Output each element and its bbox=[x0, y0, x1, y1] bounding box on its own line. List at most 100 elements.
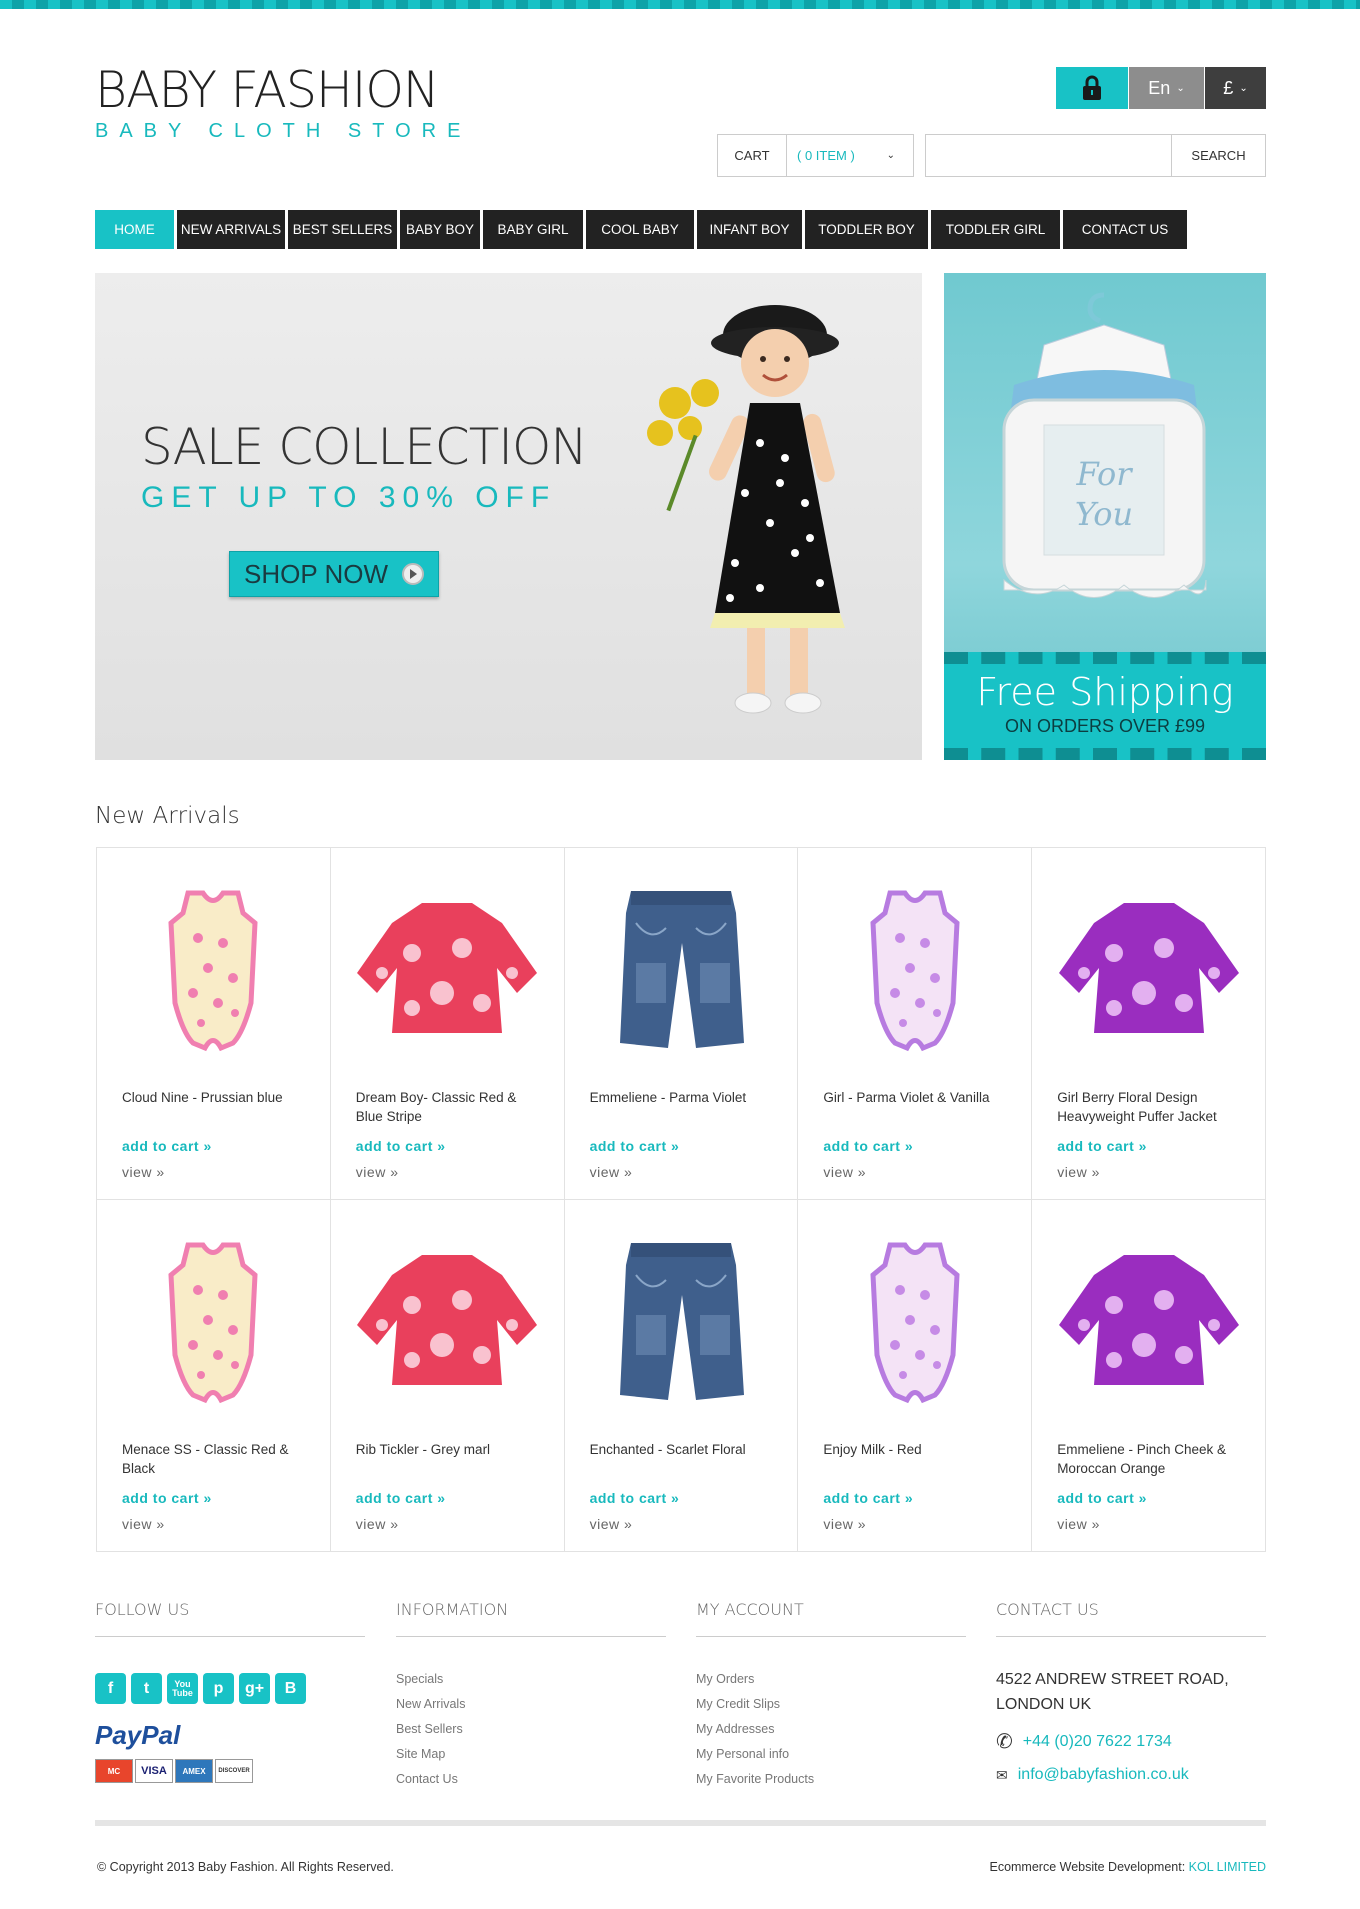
nav-cool-baby[interactable]: COOL BABY bbox=[586, 210, 694, 249]
nav-infant-boy[interactable]: INFANT BOY bbox=[697, 210, 802, 249]
nav-home[interactable]: HOME bbox=[95, 210, 174, 249]
cart-label: CART bbox=[718, 135, 787, 176]
footer-follow-title: FOLLOW US bbox=[95, 1600, 365, 1637]
footer-account: MY ACCOUNT My Orders My Credit Slips My … bbox=[696, 1600, 966, 1792]
view-link[interactable]: view » bbox=[122, 1164, 165, 1180]
footer-link-addresses[interactable]: My Addresses bbox=[696, 1717, 966, 1742]
free-shipping-promo[interactable]: For You Free Shipping ON ORDERS OVER £99 bbox=[944, 273, 1266, 760]
view-link[interactable]: view » bbox=[122, 1516, 165, 1532]
product-name[interactable]: Rib Tickler - Grey marl bbox=[356, 1440, 544, 1459]
view-link[interactable]: view » bbox=[1057, 1164, 1100, 1180]
product-image[interactable] bbox=[815, 1230, 1015, 1410]
nav-toddler-boy[interactable]: TODDLER BOY bbox=[805, 210, 928, 249]
chevron-down-icon: ⌄ bbox=[1176, 82, 1185, 94]
product-image[interactable] bbox=[581, 878, 781, 1058]
nav-new-arrivals[interactable]: NEW ARRIVALS bbox=[177, 210, 285, 249]
add-to-cart-link[interactable]: add to cart » bbox=[1057, 1490, 1147, 1506]
product-card[interactable]: Cloud Nine - Prussian blue add to cart »… bbox=[97, 848, 331, 1200]
product-image[interactable] bbox=[1049, 1230, 1249, 1410]
view-link[interactable]: view » bbox=[356, 1516, 399, 1532]
product-image[interactable] bbox=[815, 878, 1015, 1058]
facebook-icon[interactable]: f bbox=[95, 1673, 126, 1704]
add-to-cart-link[interactable]: add to cart » bbox=[823, 1490, 913, 1506]
product-image[interactable] bbox=[113, 878, 313, 1058]
view-link[interactable]: view » bbox=[823, 1516, 866, 1532]
footer-link-best-sellers[interactable]: Best Sellers bbox=[396, 1717, 666, 1742]
twitter-icon[interactable]: t bbox=[131, 1673, 162, 1704]
add-to-cart-link[interactable]: add to cart » bbox=[1057, 1138, 1147, 1154]
product-name[interactable]: Cloud Nine - Prussian blue bbox=[122, 1088, 310, 1107]
footer-contact: CONTACT US 4522 ANDREW STREET ROAD, LOND… bbox=[996, 1600, 1266, 1784]
search-button[interactable]: SEARCH bbox=[1171, 135, 1265, 176]
nav-toddler-girl[interactable]: TODDLER GIRL bbox=[931, 210, 1060, 249]
footer-link-personal-info[interactable]: My Personal info bbox=[696, 1742, 966, 1767]
hero-banner[interactable]: SALE COLLECTION GET UP TO 30% OFF SHOP N… bbox=[95, 273, 922, 760]
product-name[interactable]: Girl Berry Floral Design Heavyweight Puf… bbox=[1057, 1088, 1245, 1126]
footer-link-favorites[interactable]: My Favorite Products bbox=[696, 1767, 966, 1792]
product-grid: Cloud Nine - Prussian blue add to cart »… bbox=[96, 847, 1266, 1552]
nav-baby-girl[interactable]: BABY GIRL bbox=[483, 210, 583, 249]
nav-contact-us[interactable]: CONTACT US bbox=[1063, 210, 1187, 249]
product-image[interactable] bbox=[113, 1230, 313, 1410]
product-card[interactable]: Dream Boy- Classic Red & Blue Stripe add… bbox=[330, 848, 565, 1200]
view-link[interactable]: view » bbox=[1057, 1516, 1100, 1532]
product-card[interactable]: Enchanted - Scarlet Floral add to cart »… bbox=[564, 1200, 799, 1552]
view-link[interactable]: view » bbox=[590, 1164, 633, 1180]
footer-link-new-arrivals[interactable]: New Arrivals bbox=[396, 1692, 666, 1717]
product-name[interactable]: Emmeliene - Parma Violet bbox=[590, 1088, 778, 1107]
product-image[interactable] bbox=[581, 1230, 781, 1410]
add-to-cart-link[interactable]: add to cart » bbox=[122, 1138, 212, 1154]
mastercard-icon: MC bbox=[95, 1759, 133, 1783]
product-card[interactable]: Enjoy Milk - Red add to cart » view » bbox=[798, 1200, 1033, 1552]
product-name[interactable]: Enchanted - Scarlet Floral bbox=[590, 1440, 778, 1459]
address-line-1: 4522 ANDREW STREET ROAD, bbox=[996, 1671, 1229, 1688]
footer-link-credit-slips[interactable]: My Credit Slips bbox=[696, 1692, 966, 1717]
product-name[interactable]: Dream Boy- Classic Red & Blue Stripe bbox=[356, 1088, 544, 1126]
product-card[interactable]: Emmeliene - Parma Violet add to cart » v… bbox=[564, 848, 799, 1200]
product-image[interactable] bbox=[347, 878, 547, 1058]
add-to-cart-link[interactable]: add to cart » bbox=[356, 1138, 446, 1154]
search-input[interactable] bbox=[926, 135, 1171, 176]
nav-baby-boy[interactable]: BABY BOY bbox=[400, 210, 480, 249]
currency-selector[interactable]: £ ⌄ bbox=[1204, 67, 1266, 109]
add-to-cart-link[interactable]: add to cart » bbox=[122, 1490, 212, 1506]
footer-link-site-map[interactable]: Site Map bbox=[396, 1742, 666, 1767]
cart-count: ( 0 ITEM ) bbox=[797, 148, 855, 163]
product-card[interactable]: Girl - Parma Violet & Vanilla add to car… bbox=[798, 848, 1033, 1200]
footer-link-my-orders[interactable]: My Orders bbox=[696, 1667, 966, 1692]
product-name[interactable]: Enjoy Milk - Red bbox=[823, 1440, 1011, 1459]
product-image[interactable] bbox=[1049, 878, 1249, 1058]
add-to-cart-link[interactable]: add to cart » bbox=[590, 1490, 680, 1506]
cart-dropdown[interactable]: CART ( 0 ITEM ) ⌄ bbox=[717, 134, 914, 177]
pinterest-icon[interactable]: p bbox=[203, 1673, 234, 1704]
product-card[interactable]: Emmeliene - Pinch Cheek & Moroccan Orang… bbox=[1032, 1200, 1266, 1552]
nav-best-sellers[interactable]: BEST SELLERS bbox=[288, 210, 397, 249]
product-name[interactable]: Menace SS - Classic Red & Black bbox=[122, 1440, 310, 1478]
contact-email[interactable]: ✉ info@babyfashion.co.uk bbox=[996, 1766, 1266, 1784]
add-to-cart-link[interactable]: add to cart » bbox=[823, 1138, 913, 1154]
developer-link[interactable]: KOL LIMITED bbox=[1189, 1860, 1266, 1874]
product-card[interactable]: Menace SS - Classic Red & Black add to c… bbox=[97, 1200, 331, 1552]
add-to-cart-link[interactable]: add to cart » bbox=[590, 1138, 680, 1154]
login-button[interactable] bbox=[1056, 67, 1128, 109]
view-link[interactable]: view » bbox=[823, 1164, 866, 1180]
main-nav: HOME NEW ARRIVALS BEST SELLERS BABY BOY … bbox=[95, 210, 1266, 249]
product-name[interactable]: Girl - Parma Violet & Vanilla bbox=[823, 1088, 1011, 1107]
footer-link-specials[interactable]: Specials bbox=[396, 1667, 666, 1692]
logo[interactable]: BABY FASHION BABY CLOTH STORE bbox=[95, 62, 471, 143]
add-to-cart-link[interactable]: add to cart » bbox=[356, 1490, 446, 1506]
footer-link-contact-us[interactable]: Contact Us bbox=[396, 1767, 666, 1792]
copyright: © Copyright 2013 Baby Fashion. All Right… bbox=[97, 1860, 394, 1874]
view-link[interactable]: view » bbox=[356, 1164, 399, 1180]
product-card[interactable]: Girl Berry Floral Design Heavyweight Puf… bbox=[1032, 848, 1266, 1200]
product-name[interactable]: Emmeliene - Pinch Cheek & Moroccan Orang… bbox=[1057, 1440, 1245, 1478]
product-image[interactable] bbox=[347, 1230, 547, 1410]
blogger-icon[interactable]: B bbox=[275, 1673, 306, 1704]
language-selector[interactable]: En ⌄ bbox=[1128, 67, 1204, 109]
youtube-icon[interactable]: You Tube bbox=[167, 1673, 198, 1704]
view-link[interactable]: view » bbox=[590, 1516, 633, 1532]
shop-now-button[interactable]: SHOP NOW bbox=[229, 551, 439, 597]
product-card[interactable]: Rib Tickler - Grey marl add to cart » vi… bbox=[330, 1200, 565, 1552]
contact-phone[interactable]: ✆ +44 (0)20 7622 1734 bbox=[996, 1729, 1266, 1754]
google-plus-icon[interactable]: g+ bbox=[239, 1673, 270, 1704]
